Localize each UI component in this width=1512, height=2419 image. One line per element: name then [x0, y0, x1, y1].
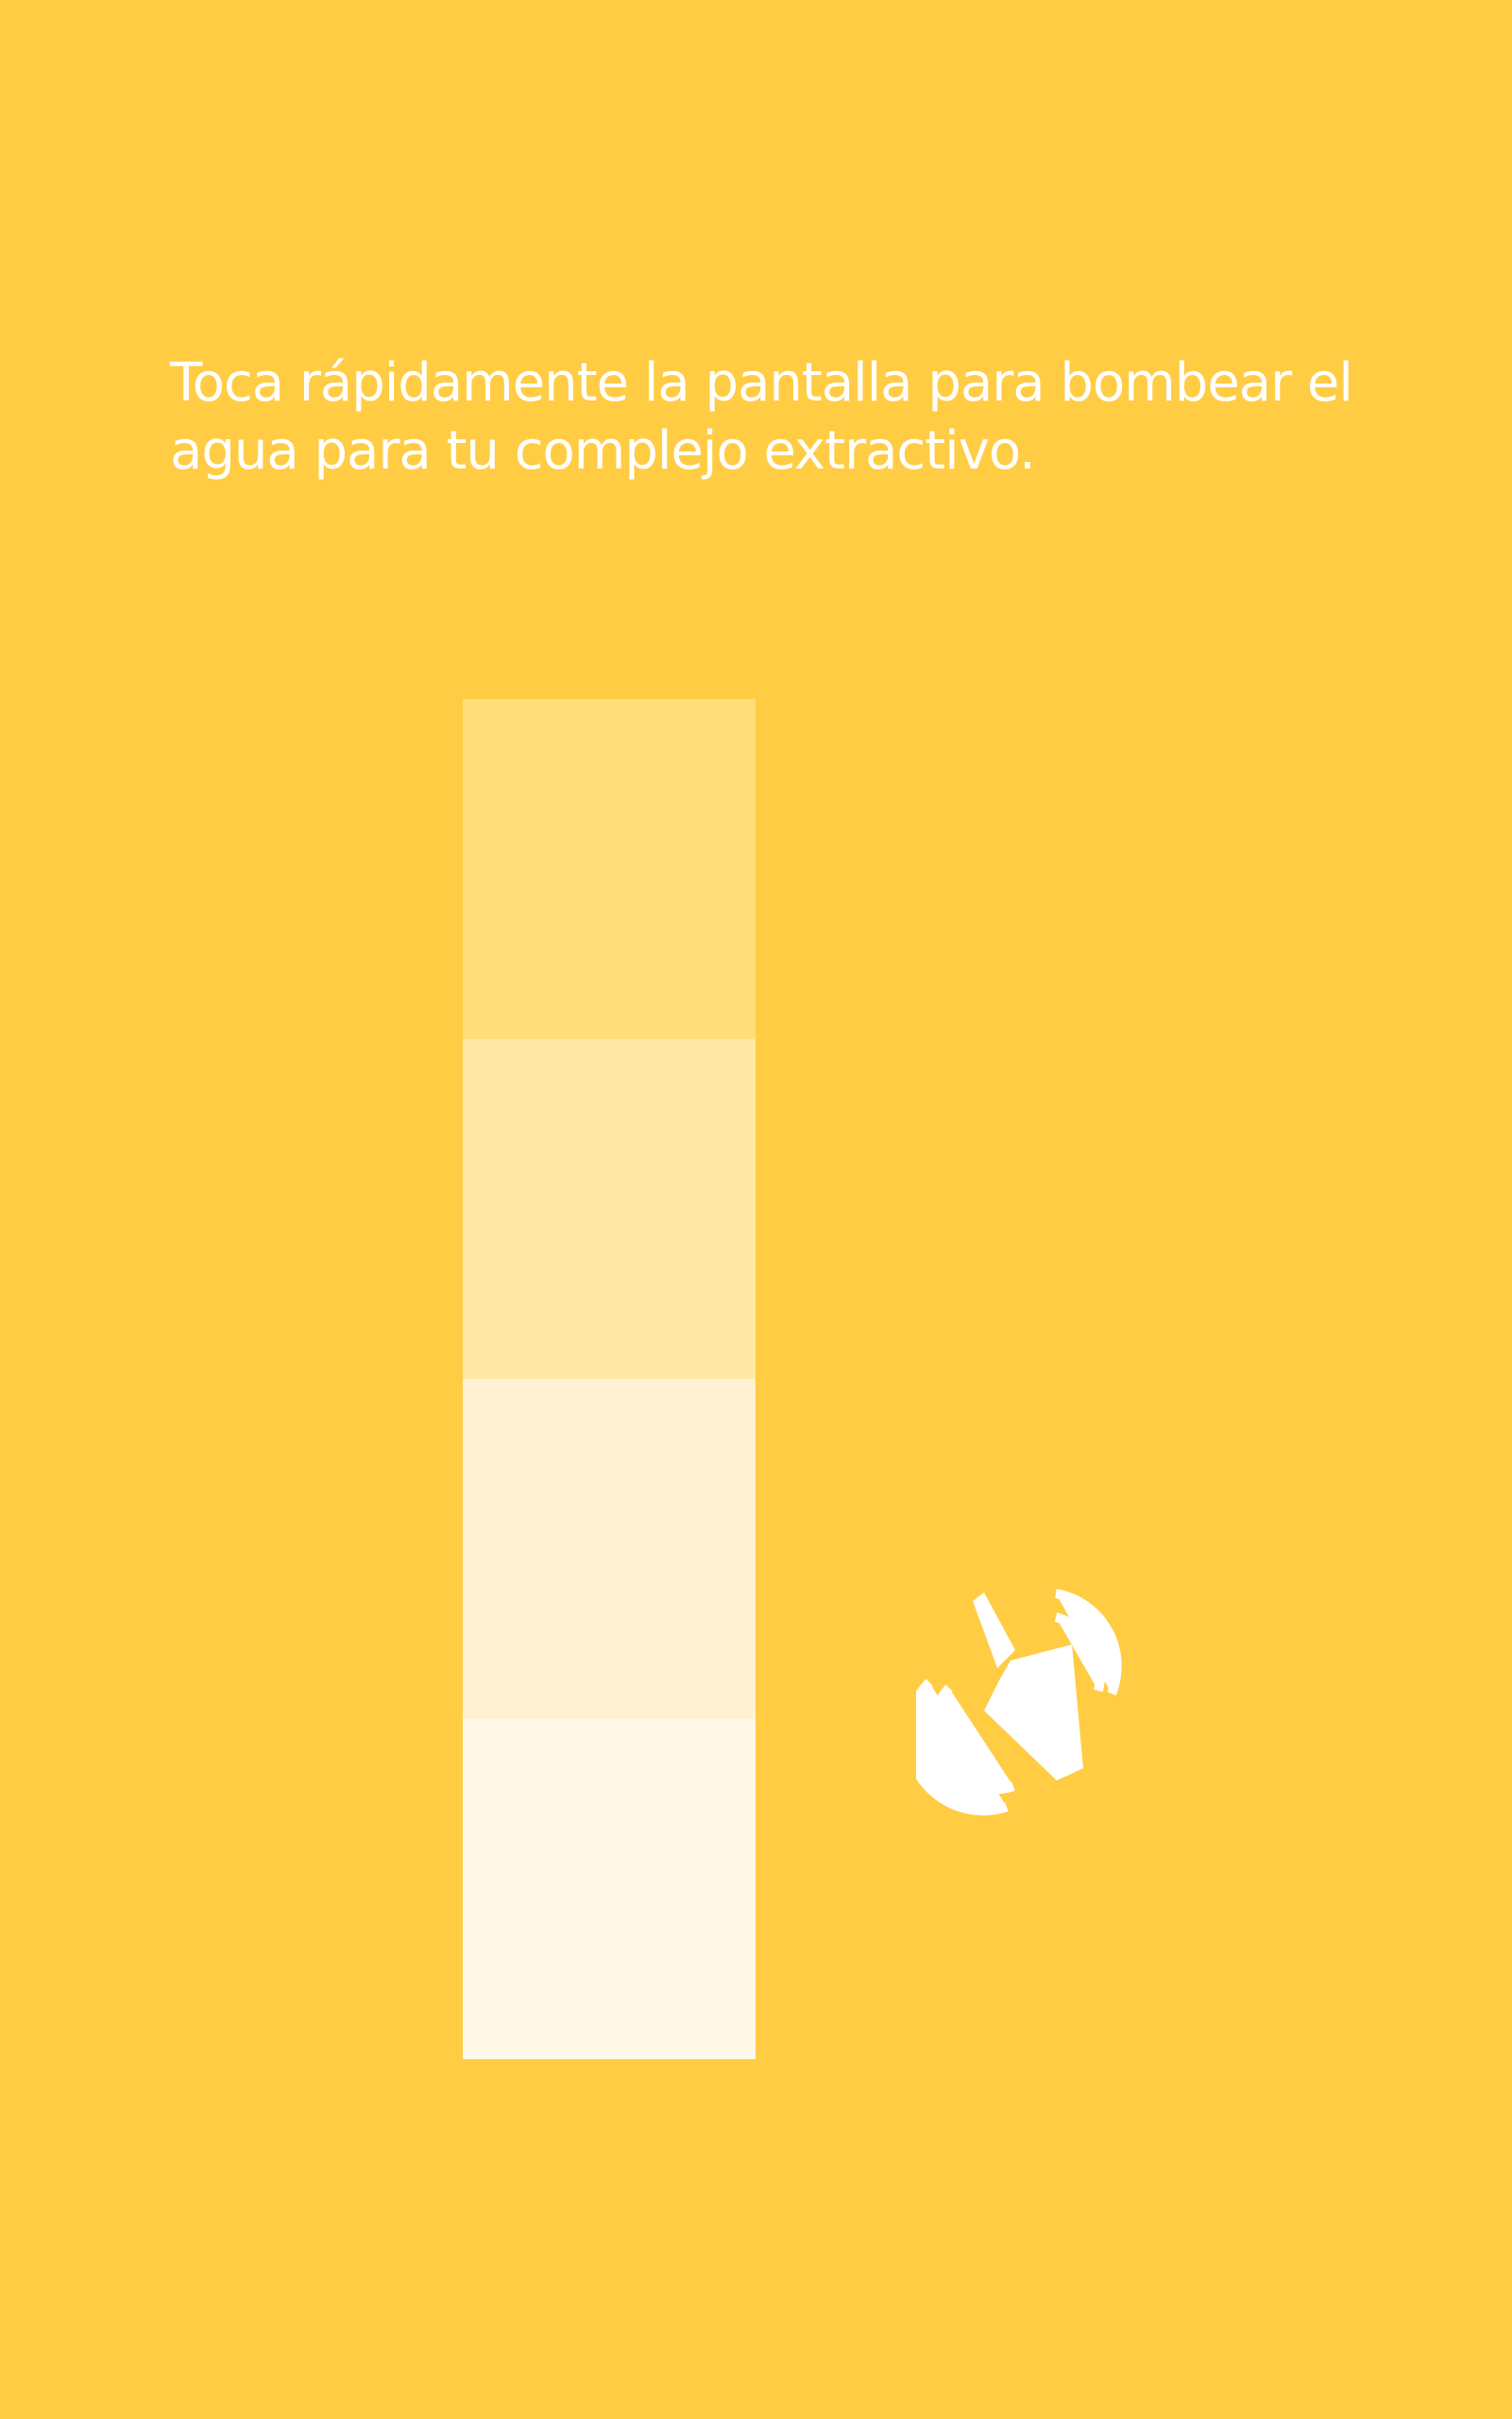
meter-segment-4 [463, 1719, 756, 2059]
meter-segment-2 [463, 1039, 756, 1379]
meter-segment-1 [463, 699, 756, 1039]
meter-segment-3 [463, 1379, 756, 1719]
instructions-text: Toca rápidamente la pantalla para bombea… [170, 352, 1353, 482]
water-pump-meter [463, 699, 756, 2059]
tapping-finger-icon [916, 1577, 1162, 1823]
game-screen[interactable]: Toca rápidamente la pantalla para bombea… [0, 0, 1512, 2419]
